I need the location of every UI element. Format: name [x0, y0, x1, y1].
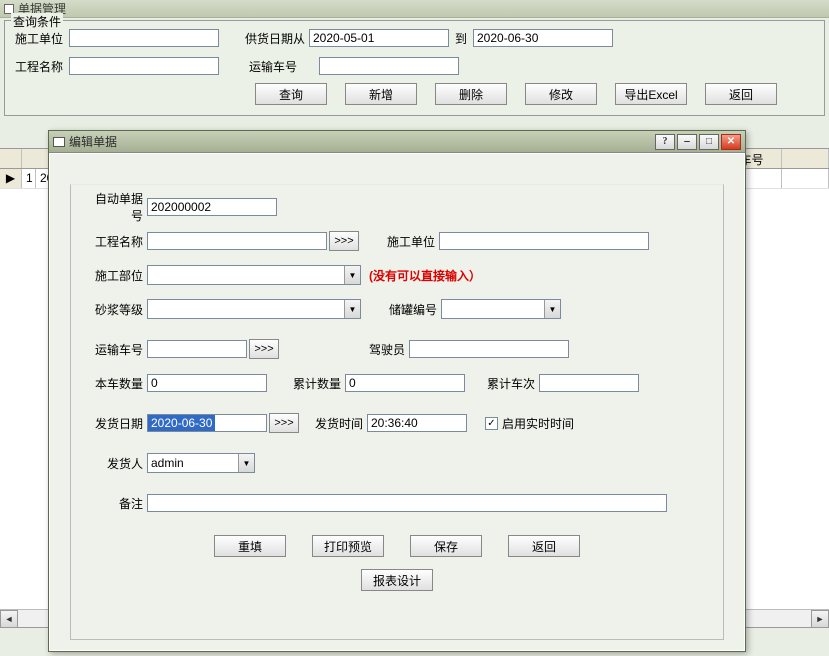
label-qty-total: 累计数量: [267, 375, 345, 392]
preview-button[interactable]: 打印预览: [312, 535, 384, 557]
tank-no-combo[interactable]: ▼: [441, 299, 561, 319]
label-mortar-grade: 砂浆等级: [87, 301, 147, 318]
main-titlebar: 单据管理: [0, 0, 829, 18]
project-name-input[interactable]: [69, 57, 219, 75]
label-construction-unit: 施工单位: [15, 30, 69, 47]
query-conditions-group: 查询条件 施工单位 供货日期从 到 工程名称 运输车号 查询 新增 删除 修改 …: [4, 20, 825, 116]
label-auto-no: 自动单据号: [87, 190, 147, 224]
help-button[interactable]: ?: [655, 134, 675, 150]
edit-dialog: 编辑单据 ? ‒ □ ✕ 自动单据号 工程名称 >>> 施工单位 施工部位 ▼: [48, 130, 746, 652]
label-project-name-d: 工程名称: [87, 233, 147, 250]
label-project-name: 工程名称: [15, 58, 69, 75]
export-button[interactable]: 导出Excel: [615, 83, 687, 105]
label-tank-no: 储罐编号: [371, 301, 441, 318]
dlg-back-button[interactable]: 返回: [508, 535, 580, 557]
label-vehicle-no-d: 运输车号: [87, 341, 147, 358]
dialog-icon: [53, 137, 65, 147]
scroll-right-icon[interactable]: ►: [811, 610, 829, 628]
label-to: 到: [449, 30, 473, 47]
chevron-down-icon: ▼: [544, 300, 560, 318]
save-button[interactable]: 保存: [410, 535, 482, 557]
close-button[interactable]: ✕: [721, 134, 741, 150]
label-remark: 备注: [87, 495, 147, 512]
chevron-down-icon: ▼: [238, 454, 254, 472]
qty-this-input[interactable]: [147, 374, 267, 392]
count-total-input[interactable]: [539, 374, 639, 392]
date-from-input[interactable]: [309, 29, 449, 47]
dlg-construction-unit-input[interactable]: [439, 232, 649, 250]
vehicle-lookup-button[interactable]: >>>: [249, 339, 279, 359]
chevron-down-icon: ▼: [344, 300, 360, 318]
remark-input[interactable]: [147, 494, 667, 512]
reset-button[interactable]: 重填: [214, 535, 286, 557]
label-construction-part: 施工部位: [87, 267, 147, 284]
label-ship-date: 发货日期: [87, 415, 147, 432]
minimize-button[interactable]: ‒: [677, 134, 697, 150]
label-driver: 驾驶员: [279, 341, 409, 358]
dlg-vehicle-no-input[interactable]: [147, 340, 247, 358]
shipper-combo[interactable]: admin▼: [147, 453, 255, 473]
label-count-total: 累计车次: [465, 375, 539, 392]
driver-input[interactable]: [409, 340, 569, 358]
date-lookup-button[interactable]: >>>: [269, 413, 299, 433]
ship-date-input[interactable]: 2020-06-30: [147, 414, 267, 432]
label-ship-time: 发货时间: [299, 415, 367, 432]
label-construction-unit-d: 施工单位: [369, 233, 439, 250]
label-realtime: 启用实时时间: [502, 415, 574, 432]
scroll-left-icon[interactable]: ◄: [0, 610, 18, 628]
modify-button[interactable]: 修改: [525, 83, 597, 105]
label-supply-date-from: 供货日期从: [239, 30, 309, 47]
mortar-grade-combo[interactable]: ▼: [147, 299, 361, 319]
qty-total-input[interactable]: [345, 374, 465, 392]
label-qty-this: 本车数量: [87, 375, 147, 392]
report-design-button[interactable]: 报表设计: [361, 569, 433, 591]
label-shipper: 发货人: [87, 455, 147, 472]
ship-time-input[interactable]: [367, 414, 467, 432]
label-vehicle-no: 运输车号: [249, 58, 319, 75]
dlg-project-name-input[interactable]: [147, 232, 327, 250]
app-icon: [4, 4, 14, 14]
hint-text: (没有可以直接输入）: [369, 267, 481, 284]
chevron-down-icon: ▼: [344, 266, 360, 284]
vehicle-no-input[interactable]: [319, 57, 459, 75]
construction-unit-input[interactable]: [69, 29, 219, 47]
date-to-input[interactable]: [473, 29, 613, 47]
realtime-checkbox[interactable]: ✓: [485, 417, 498, 430]
back-button[interactable]: 返回: [705, 83, 777, 105]
add-button[interactable]: 新增: [345, 83, 417, 105]
dialog-titlebar[interactable]: 编辑单据 ? ‒ □ ✕: [49, 131, 745, 153]
construction-part-combo[interactable]: ▼: [147, 265, 361, 285]
auto-no-input[interactable]: [147, 198, 277, 216]
maximize-button[interactable]: □: [699, 134, 719, 150]
delete-button[interactable]: 删除: [435, 83, 507, 105]
project-lookup-button[interactable]: >>>: [329, 231, 359, 251]
query-button[interactable]: 查询: [255, 83, 327, 105]
query-legend: 查询条件: [11, 13, 63, 30]
dialog-title: 编辑单据: [69, 133, 117, 150]
